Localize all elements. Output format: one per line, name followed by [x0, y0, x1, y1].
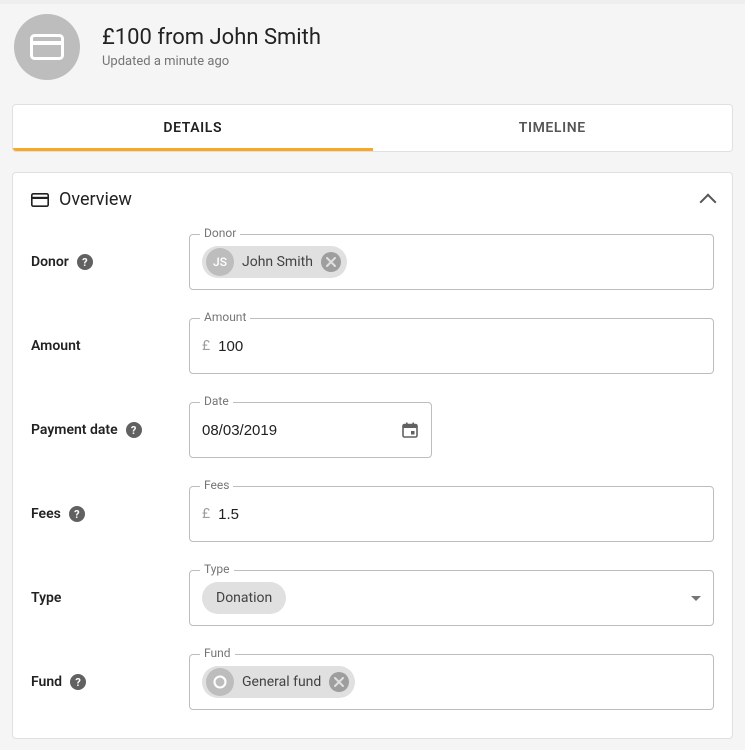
page-subtitle: Updated a minute ago — [102, 54, 321, 69]
donor-chip-label: John Smith — [242, 254, 313, 270]
label-type: Type — [31, 590, 181, 606]
fund-chip-label: General fund — [242, 674, 321, 690]
fees-input[interactable] — [218, 506, 701, 523]
fees-field: Fees £ — [189, 486, 714, 542]
date-field: Date — [189, 402, 432, 458]
fund-field[interactable]: Fund General fund — [189, 654, 714, 710]
fund-chip: General fund — [202, 666, 355, 698]
type-chip-label: Donation — [216, 590, 272, 606]
row-fees: Fees ? Fees £ — [13, 472, 732, 556]
donor-chip: JS John Smith — [202, 246, 347, 278]
label-payment-date-text: Payment date — [31, 422, 118, 438]
currency-prefix: £ — [202, 506, 210, 522]
donor-avatar: JS — [206, 248, 234, 276]
donor-field-label: Donor — [200, 226, 240, 240]
fund-icon — [212, 674, 228, 690]
label-fund-text: Fund — [31, 674, 62, 690]
fees-field-label: Fees — [200, 478, 233, 492]
row-fund: Fund ? Fund General fund — [13, 640, 732, 724]
fund-remove-icon[interactable] — [329, 672, 349, 692]
currency-prefix: £ — [202, 338, 210, 354]
credit-card-icon — [30, 34, 64, 60]
fund-field-label: Fund — [200, 646, 235, 660]
label-donor: Donor ? — [31, 254, 181, 270]
amount-field: Amount £ — [189, 318, 714, 374]
page-title: £100 from John Smith — [102, 25, 321, 50]
label-fees-text: Fees — [31, 506, 61, 522]
amount-field-label: Amount — [200, 310, 250, 324]
label-payment-date: Payment date ? — [31, 422, 181, 438]
row-payment-date: Payment date ? Date — [13, 388, 732, 472]
header-avatar — [14, 14, 80, 80]
chevron-down-icon — [691, 596, 701, 601]
row-type: Type Type Donation — [13, 556, 732, 640]
date-field-label: Date — [200, 394, 233, 408]
tabs: DETAILS TIMELINE — [12, 104, 733, 152]
row-amount: Amount Amount £ — [13, 304, 732, 388]
donor-remove-icon[interactable] — [321, 252, 341, 272]
overview-card: Overview Donor ? Donor JS John Smith — [12, 172, 733, 739]
calendar-icon[interactable] — [401, 421, 419, 439]
type-chip: Donation — [202, 582, 286, 614]
tab-details[interactable]: DETAILS — [13, 105, 373, 151]
overview-title: Overview — [59, 189, 132, 210]
amount-input[interactable] — [218, 338, 701, 355]
type-field-label: Type — [200, 562, 234, 576]
donor-field[interactable]: Donor JS John Smith — [189, 234, 714, 290]
help-icon[interactable]: ? — [126, 422, 142, 438]
label-type-text: Type — [31, 590, 61, 606]
label-amount-text: Amount — [31, 338, 81, 354]
chevron-up-icon — [700, 193, 717, 210]
type-field[interactable]: Type Donation — [189, 570, 714, 626]
tab-timeline[interactable]: TIMELINE — [373, 105, 733, 151]
credit-card-icon — [31, 193, 49, 207]
fund-avatar — [206, 668, 234, 696]
page-header: £100 from John Smith Updated a minute ag… — [0, 4, 745, 104]
label-fees: Fees ? — [31, 506, 181, 522]
help-icon[interactable]: ? — [69, 506, 85, 522]
label-donor-text: Donor — [31, 254, 69, 270]
row-donor: Donor ? Donor JS John Smith — [13, 220, 732, 304]
overview-header[interactable]: Overview — [13, 179, 732, 220]
help-icon[interactable]: ? — [70, 674, 86, 690]
date-input[interactable] — [202, 422, 401, 439]
label-fund: Fund ? — [31, 674, 181, 690]
help-icon[interactable]: ? — [77, 254, 93, 270]
label-amount: Amount — [31, 338, 181, 354]
